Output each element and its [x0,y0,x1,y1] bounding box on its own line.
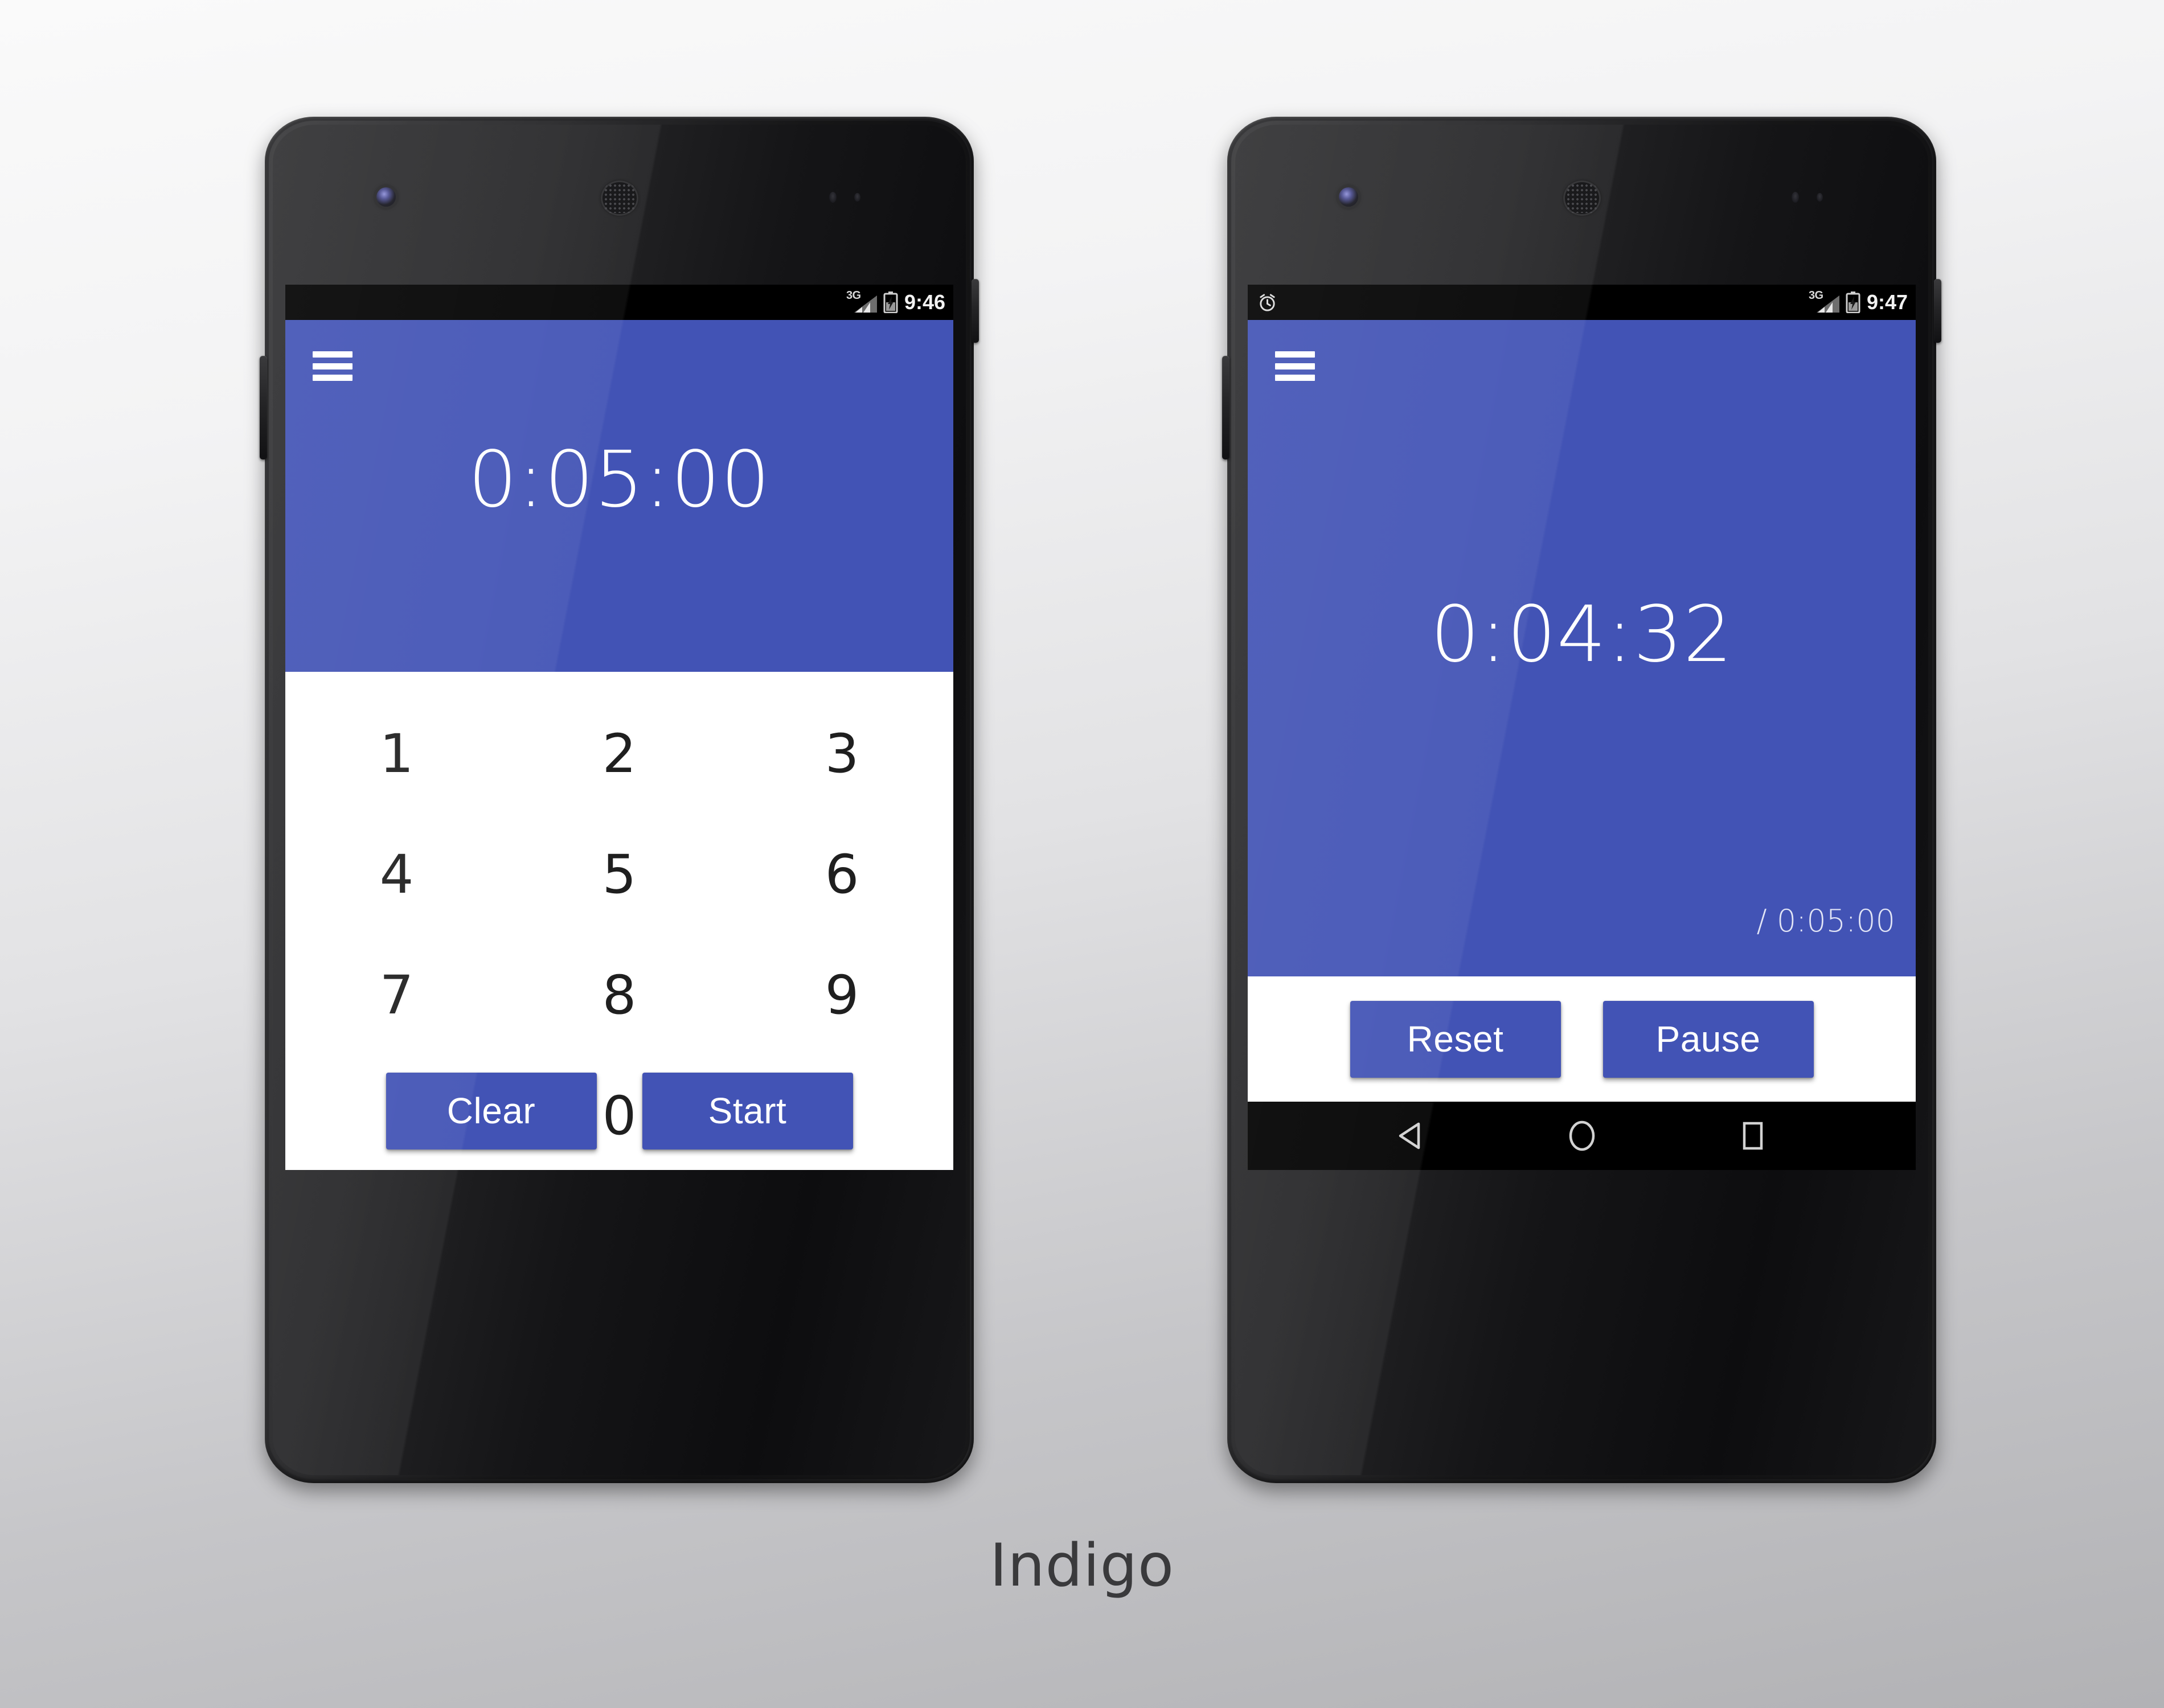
keypad-key-3[interactable]: 3 [731,693,953,814]
status-bar-clock: 9:46 [904,290,945,314]
app-bar-setup: 0:05:00 [285,320,953,672]
signal-icon: 3G [846,289,877,314]
start-button[interactable]: Start [642,1072,853,1149]
recents-icon[interactable] [1735,1118,1770,1153]
total-time-label: / 0:05:00 [1756,903,1895,939]
volume-rocker-button[interactable] [260,356,267,459]
keypad-row: 1 2 3 [285,693,953,814]
screenshot-stage: 3G 9:46 0:05:00 1 2 3 4 5 6 7 8 9 0 Clea… [0,0,2164,1708]
keypad-key-2[interactable]: 2 [508,693,731,814]
hamburger-menu-icon[interactable] [1275,351,1315,381]
hamburger-menu-icon[interactable] [313,351,353,381]
status-bar-notifications [1258,293,1810,312]
phone-screen-setup: 3G 9:46 0:05:00 1 2 3 4 5 6 7 8 9 0 Clea… [285,285,953,1170]
status-bar: 3G 9:46 [285,285,953,320]
phone-sensor-row [1227,178,1936,218]
phone-device-running: 3G 9:47 0:04:32 / 0:05:00 Reset Pause [1222,117,1941,1483]
battery-charging-icon [883,291,898,313]
phone-device-setup: 3G 9:46 0:05:00 1 2 3 4 5 6 7 8 9 0 Clea… [260,117,979,1483]
clear-button[interactable]: Clear [386,1072,597,1149]
keypad-key-9[interactable]: 9 [731,935,953,1056]
setup-action-bar: Clear Start [285,1068,953,1153]
running-action-bar: Reset Pause [1248,976,1916,1102]
keypad-key-1[interactable]: 1 [285,693,508,814]
timer-running-panel: 0:04:32 / 0:05:00 [1248,320,1916,976]
volume-rocker-button[interactable] [1222,356,1229,459]
signal-bars-icon [1816,295,1839,313]
battery-charging-icon [1846,291,1860,313]
status-bar-system-icons: 3G 9:46 [846,289,945,314]
timer-display: 0:05:00 [468,435,771,525]
status-bar-system-icons: 3G 9:47 [1809,289,1908,314]
signal-icon: 3G [1809,289,1839,314]
status-bar: 3G 9:47 [1248,285,1916,320]
remaining-time-display: 0:04:32 [1430,590,1733,680]
alarm-icon [1260,293,1275,311]
back-icon[interactable] [1394,1118,1429,1153]
pause-button[interactable]: Pause [1602,1000,1814,1078]
keypad-key-5[interactable]: 5 [508,814,731,935]
phone-sensor-row [265,178,974,218]
proximity-sensor-icon [1792,192,1839,203]
front-camera-icon [1339,187,1358,207]
home-icon[interactable] [1564,1118,1600,1153]
earpiece-speaker-icon [600,180,638,216]
power-button[interactable] [972,279,979,343]
keypad-key-4[interactable]: 4 [285,814,508,935]
status-bar-clock: 9:47 [1866,290,1908,314]
keypad-key-6[interactable]: 6 [731,814,953,935]
android-nav-bar [1248,1102,1916,1170]
keypad-row: 7 8 9 [285,935,953,1056]
signal-bars-icon [854,295,877,313]
keypad-key-8[interactable]: 8 [508,935,731,1056]
power-button[interactable] [1934,279,1941,343]
phone-screen-running: 3G 9:47 0:04:32 / 0:05:00 Reset Pause [1248,285,1916,1170]
keypad-row: 4 5 6 [285,814,953,935]
front-camera-icon [376,187,396,207]
keypad-key-7[interactable]: 7 [285,935,508,1056]
numeric-keypad: 1 2 3 4 5 6 7 8 9 0 Clear Start [285,672,953,1170]
earpiece-speaker-icon [1563,180,1601,216]
page-title: Indigo [989,1532,1175,1600]
reset-button[interactable]: Reset [1350,1000,1561,1078]
proximity-sensor-icon [829,192,877,203]
